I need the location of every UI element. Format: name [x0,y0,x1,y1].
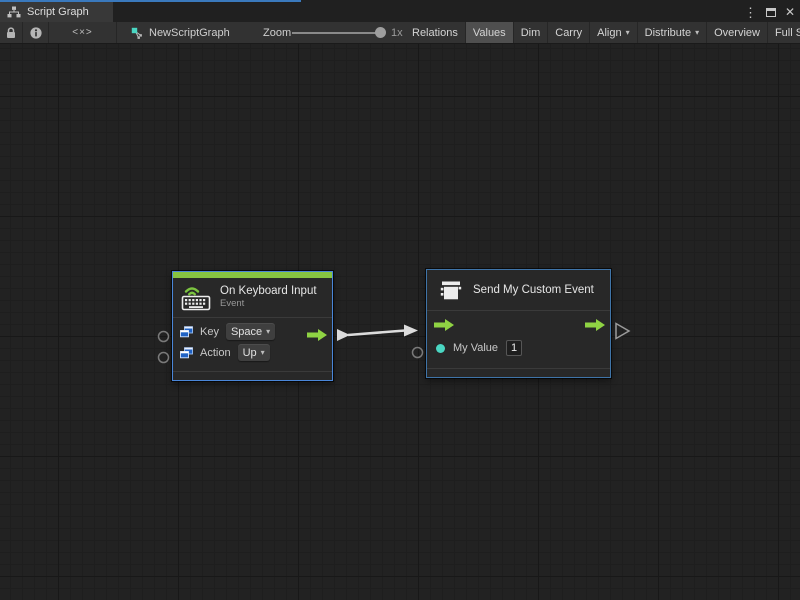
keyboard-icon [181,283,211,311]
wire-start-arrow[interactable] [337,329,350,341]
wire[interactable] [348,331,405,336]
dim-button[interactable]: Dim [514,22,549,43]
menu-icon[interactable]: ⋮ [744,6,757,19]
chevron-down-icon: ▾ [266,327,270,336]
graph-toolbar: <×> NewScriptGraph Zoom 1x Relations Val… [0,22,800,44]
port-label: Action [200,347,231,359]
node-footer [427,368,610,377]
my-value-input[interactable]: 1 [506,340,522,356]
code-preview-button[interactable]: <×> [49,22,117,43]
port-row-my-value: My Value 1 [427,337,610,359]
port-label: Key [200,326,219,338]
align-dropdown-button[interactable]: Align ▾ [590,22,637,43]
enum-icon [180,347,193,359]
port-circle-my-value[interactable] [413,348,423,358]
tab-title: Script Graph [27,6,89,18]
exec-input-arrow[interactable] [434,319,454,331]
zoom-slider[interactable] [292,32,384,34]
custom-event-icon [438,277,464,303]
lock-icon [4,26,18,40]
node-send-my-custom-event[interactable]: Send My Custom Event My Value 1 [426,269,611,378]
graph-asset-breadcrumb[interactable]: NewScriptGraph [131,22,230,43]
overview-button[interactable]: Overview [707,22,768,43]
port-label: My Value [453,342,498,354]
close-icon[interactable]: ✕ [785,6,795,18]
info-icon [29,26,43,40]
exec-row [427,315,610,337]
toolbar-right-group: Relations Values Dim Carry Align ▾ Distr… [405,22,800,43]
key-dropdown[interactable]: Space ▾ [226,323,275,340]
zoom-slider-handle[interactable] [375,27,386,38]
values-button[interactable]: Values [466,22,514,43]
distribute-dropdown-button[interactable]: Distribute ▾ [638,22,707,43]
node-header: Send My Custom Event [427,270,610,311]
graph-canvas[interactable]: On Keyboard Input Event Key Space ▾ [0,44,800,600]
script-graph-icon [7,6,21,18]
graph-asset-icon [131,27,143,39]
fullscreen-button[interactable]: Full Screen [768,22,800,43]
exec-output-arrow[interactable] [585,319,605,331]
lock-button[interactable] [0,22,23,43]
toolbar-left-group: <×> [0,22,117,43]
wire-overlay [0,44,800,600]
maximize-icon[interactable] [766,8,776,17]
script-graph-window: Script Graph ⋮ ✕ [0,0,800,600]
node-header-text: On Keyboard Input Event [220,284,317,310]
node-on-keyboard-input[interactable]: On Keyboard Input Event Key Space ▾ [172,271,333,381]
port-circle-action[interactable] [159,353,169,363]
carry-button[interactable]: Carry [548,22,590,43]
exec-port-triangle[interactable] [616,324,629,339]
chevron-down-icon: ▾ [261,348,265,357]
node-title: Send My Custom Event [473,283,594,297]
zoom-value: 1x [391,22,403,43]
zoom-label: Zoom [263,22,291,43]
chevron-down-icon: ▾ [626,28,630,37]
node-title: On Keyboard Input [220,284,317,298]
info-button[interactable] [23,22,49,43]
window-controls: ⋮ ✕ [744,2,795,22]
relations-button[interactable]: Relations [405,22,466,43]
tab-script-graph[interactable]: Script Graph [0,2,113,22]
value-port-dot[interactable] [436,344,445,353]
enum-icon [180,326,193,338]
node-header: On Keyboard Input Event [173,278,332,318]
node-footer [173,371,332,380]
port-row-action: Action Up ▾ [173,342,332,363]
wire-end-arrow[interactable] [404,325,418,337]
port-circle-key[interactable] [159,332,169,342]
chevron-down-icon: ▾ [695,28,699,37]
graph-name-label: NewScriptGraph [149,27,230,39]
action-dropdown[interactable]: Up ▾ [238,344,270,361]
tab-bar: Script Graph ⋮ ✕ [0,0,800,22]
node-subtitle: Event [220,298,317,309]
code-icon: <×> [72,27,93,38]
exec-output-arrow[interactable] [307,329,327,341]
